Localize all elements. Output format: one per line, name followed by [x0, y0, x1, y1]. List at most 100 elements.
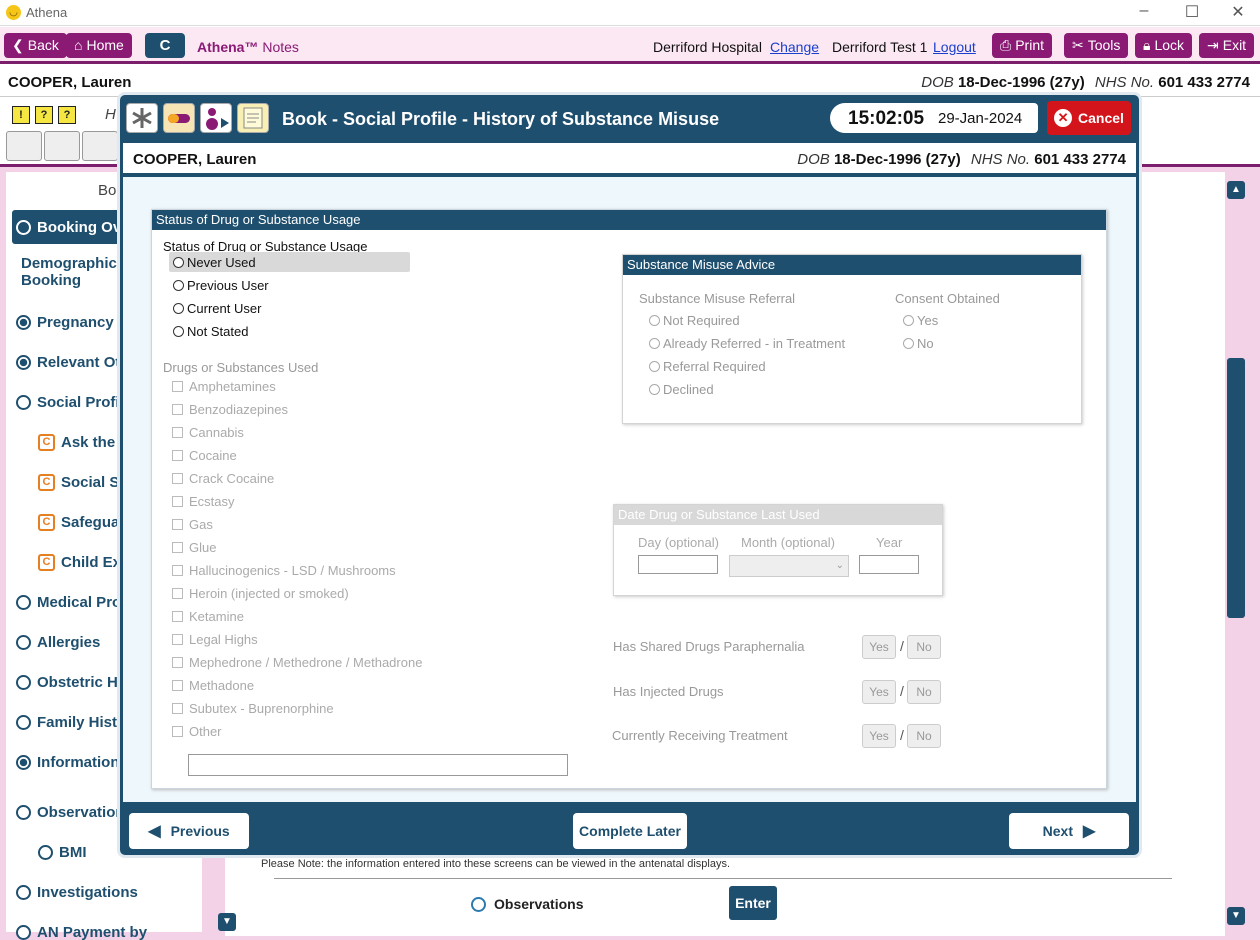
checkbox[interactable] [172, 588, 183, 599]
checkbox[interactable] [172, 657, 183, 668]
dialog-patient-info: DOB 18-Dec-1996 (27y) NHS No. 601 433 27… [797, 151, 1126, 168]
checkbox[interactable] [172, 496, 183, 507]
day-input[interactable] [638, 555, 718, 574]
advice-panel-title: Substance Misuse Advice [623, 255, 1081, 275]
drug-checkbox-row[interactable]: Heroin (injected or smoked) [172, 586, 349, 601]
radio-icon [649, 338, 660, 349]
lock-button[interactable]: 🔒︎ Lock [1135, 33, 1193, 58]
dialog-body: Status of Drug or Substance Usage Status… [123, 177, 1136, 802]
home-button[interactable]: ⌂ Home [66, 33, 132, 58]
notes-icon[interactable] [237, 103, 269, 133]
maximize-icon[interactable]: ☐ [1182, 2, 1202, 22]
checkbox[interactable] [172, 680, 183, 691]
drug-checkbox-row[interactable]: Glue [172, 540, 216, 555]
person-arrow-icon[interactable] [200, 103, 232, 133]
status-radio-icon [16, 884, 31, 900]
complete-later-button[interactable]: Complete Later [573, 813, 687, 849]
checkbox[interactable] [172, 450, 183, 461]
referral-option[interactable]: Already Referred - in Treatment [649, 336, 845, 351]
drug-checkbox-row[interactable]: Mephedrone / Methedrone / Methadrone [172, 655, 422, 670]
status-option[interactable]: Never Used [169, 252, 410, 272]
last-used-panel: Date Drug or Substance Last Used Day (op… [613, 504, 943, 596]
no-button[interactable]: No [907, 680, 941, 704]
tools-button[interactable]: ✂ Tools [1064, 33, 1129, 58]
referral-option[interactable]: Declined [649, 382, 714, 397]
drug-checkbox-row[interactable]: Hallucinogenics - LSD / Mushrooms [172, 563, 396, 578]
observations-radio[interactable] [471, 896, 486, 912]
day-label: Day (optional) [638, 535, 719, 550]
close-window-icon[interactable]: ✕ [1228, 2, 1248, 22]
status-option[interactable]: Previous User [169, 275, 410, 295]
drug-checkbox-row[interactable]: Legal Highs [172, 632, 258, 647]
drug-checkbox-row[interactable]: Benzodiazepines [172, 402, 288, 417]
warning-icon[interactable]: ! [12, 106, 30, 124]
checkbox[interactable] [172, 565, 183, 576]
cancel-button[interactable]: ✕ Cancel [1047, 101, 1131, 135]
other-drug-input[interactable] [188, 754, 568, 776]
checkbox[interactable] [172, 542, 183, 553]
bg-pill-icon[interactable] [44, 131, 80, 161]
month-select[interactable]: ⌄ [729, 555, 849, 577]
snowflake-icon[interactable] [126, 103, 158, 133]
dialog-header: Book - Social Profile - History of Subst… [120, 95, 1139, 143]
drug-checkbox-row[interactable]: Cannabis [172, 425, 244, 440]
checkbox[interactable] [172, 404, 183, 415]
window-title: Athena [26, 5, 68, 20]
status-option[interactable]: Not Stated [169, 321, 410, 341]
logout-link[interactable]: Logout [933, 39, 976, 55]
checkbox[interactable] [172, 634, 183, 645]
sidebar-scroll-down-icon[interactable]: ▼ [218, 913, 236, 931]
checkbox[interactable] [172, 519, 183, 530]
checkbox[interactable] [172, 726, 183, 737]
checkbox[interactable] [172, 703, 183, 714]
checkbox[interactable] [172, 427, 183, 438]
help-icon[interactable]: ? [35, 106, 53, 124]
drug-checkbox-row[interactable]: Subutex - Buprenorphine [172, 701, 334, 716]
scroll-down-icon[interactable]: ▼ [1227, 907, 1245, 925]
c-button[interactable]: C [145, 33, 185, 58]
exit-button[interactable]: ⇥ Exit [1199, 33, 1255, 58]
next-button[interactable]: Next ▶ [1009, 813, 1129, 849]
scroll-up-icon[interactable]: ▲ [1227, 181, 1245, 199]
sidebar-item[interactable]: Investigations [12, 875, 202, 909]
referral-option[interactable]: Referral Required [649, 359, 766, 374]
referral-option[interactable]: Not Required [649, 313, 740, 328]
previous-button[interactable]: ◀ Previous [129, 813, 249, 849]
no-button[interactable]: No [907, 724, 941, 748]
print-button[interactable]: ⎙ Print [992, 33, 1052, 58]
no-button[interactable]: No [907, 635, 941, 659]
question-icon[interactable]: ? [58, 106, 76, 124]
checkbox[interactable] [172, 473, 183, 484]
drug-checkbox-row[interactable]: Other [172, 724, 222, 739]
sidebar-item[interactable]: AN Payment by [12, 915, 202, 940]
status-option[interactable]: Current User [169, 298, 410, 318]
yes-button[interactable]: Yes [862, 635, 896, 659]
status-radio-icon [16, 754, 31, 770]
back-button[interactable]: ❮ Back [4, 33, 67, 58]
pill-icon[interactable] [163, 103, 195, 133]
yes-button[interactable]: Yes [862, 680, 896, 704]
sidebar-item-label: AN Payment by [37, 923, 148, 940]
antenatal-note: Please Note: the information entered int… [261, 858, 731, 870]
drug-checkbox-row[interactable]: Methadone [172, 678, 254, 693]
drug-checkbox-row[interactable]: Cocaine [172, 448, 237, 463]
drug-checkbox-row[interactable]: Ecstasy [172, 494, 235, 509]
change-hospital-link[interactable]: Change [770, 39, 819, 55]
bg-snowflake-icon[interactable] [6, 131, 42, 161]
year-input[interactable] [859, 555, 919, 574]
sidebar-item-label: BMI [59, 843, 87, 861]
drug-checkbox-row[interactable]: Gas [172, 517, 213, 532]
drug-checkbox-row[interactable]: Crack Cocaine [172, 471, 274, 486]
scrollbar-thumb[interactable] [1227, 358, 1245, 618]
consent-option[interactable]: Yes [903, 313, 938, 328]
minimize-icon[interactable]: – [1134, 2, 1154, 20]
bg-person-icon[interactable] [82, 131, 118, 161]
observations-item[interactable]: Observations [471, 896, 583, 912]
enter-button[interactable]: Enter [729, 886, 777, 920]
drug-checkbox-row[interactable]: Amphetamines [172, 379, 276, 394]
drug-checkbox-row[interactable]: Ketamine [172, 609, 244, 624]
checkbox[interactable] [172, 381, 183, 392]
yes-button[interactable]: Yes [862, 724, 896, 748]
consent-option[interactable]: No [903, 336, 934, 351]
checkbox[interactable] [172, 611, 183, 622]
